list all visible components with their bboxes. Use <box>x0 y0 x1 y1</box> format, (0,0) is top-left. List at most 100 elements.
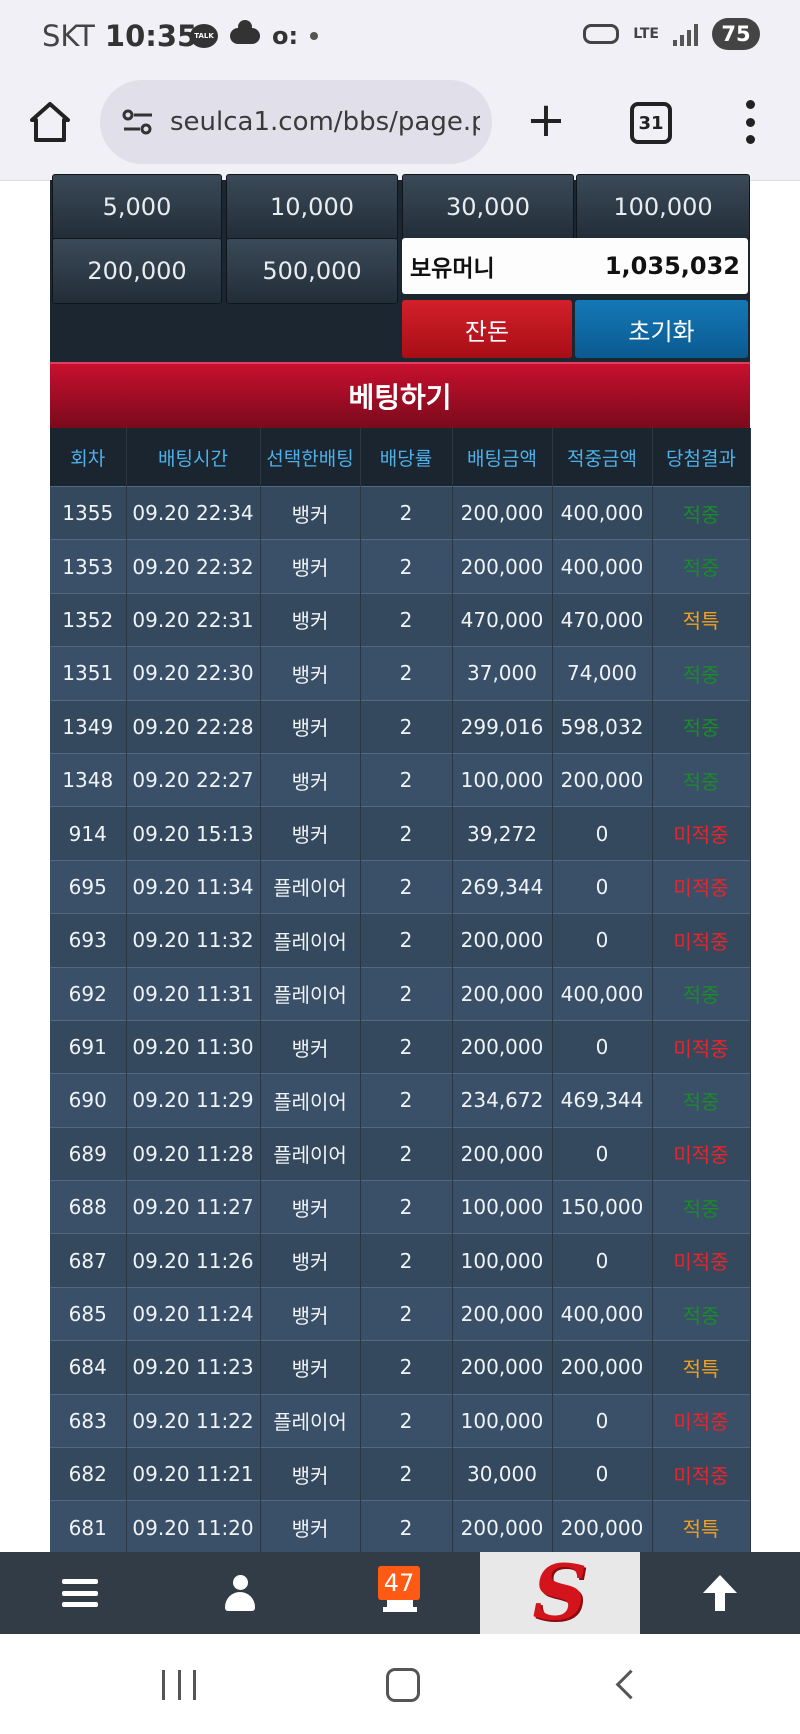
odds-cell: 2 <box>360 1286 453 1341</box>
round-cell: 688 <box>50 1180 127 1234</box>
chip-100000-button[interactable]: 100,000 <box>576 174 750 240</box>
odds-cell: 2 <box>360 485 453 540</box>
result-cell: 적중 <box>652 1286 751 1341</box>
my-page-button[interactable] <box>160 1552 320 1634</box>
bet-amount-cell: 200,000 <box>452 1286 553 1341</box>
vpn-key-icon <box>583 24 620 44</box>
site-logo[interactable]: S <box>480 1552 640 1634</box>
bet-time-cell: 09.20 11:20 <box>126 1500 261 1554</box>
chip-5000-button[interactable]: 5,000 <box>52 174 222 240</box>
bet-amount-cell: 470,000 <box>452 592 553 647</box>
bet-time-cell: 09.20 11:32 <box>126 913 261 968</box>
result-cell: 미적중 <box>652 859 751 914</box>
win-amount-cell: 598,032 <box>552 699 653 754</box>
status-bar: SKT 10:35 TALK o: LTE 75 <box>0 0 800 72</box>
bet-amount-cell: 100,000 <box>452 1180 553 1234</box>
result-cell: 적중 <box>652 699 751 754</box>
round-cell: 681 <box>50 1500 127 1554</box>
battery-level: 75 <box>712 18 760 50</box>
menu-button[interactable] <box>0 1552 160 1634</box>
hamburger-icon <box>62 1579 98 1607</box>
win-amount-cell: 200,000 <box>552 1340 653 1395</box>
column-header: 당첨결과 <box>652 428 751 487</box>
site-bottom-nav: 47 S <box>0 1552 800 1634</box>
android-home-icon[interactable] <box>386 1668 420 1702</box>
win-amount-cell: 0 <box>552 1019 653 1074</box>
odds-cell: 2 <box>360 1126 453 1181</box>
odds-cell: 2 <box>360 646 453 701</box>
table-row: 1355 09.20 22:34 뱅커 2 200,000 400,000 적중 <box>50 485 751 540</box>
selection-cell: 뱅커 <box>260 1286 361 1341</box>
win-amount-cell: 0 <box>552 1393 653 1448</box>
bet-time-cell: 09.20 11:26 <box>126 1233 261 1288</box>
column-header: 배팅금액 <box>452 428 553 487</box>
result-cell: 적특 <box>652 1500 751 1554</box>
win-amount-cell: 200,000 <box>552 752 653 807</box>
bet-history-table: 회차 배팅시간 선택한배팅 배당률 배팅금액 적중금액 당첨결과 1355 09.20 22:… <box>50 428 751 1554</box>
win-amount-cell: 0 <box>552 806 653 861</box>
selection-cell: 플레이어 <box>260 913 361 968</box>
address-bar[interactable]: seulca1.com/bbs/page.ph <box>100 80 492 164</box>
result-cell: 적중 <box>652 539 751 594</box>
tab-switcher-button[interactable]: 31 <box>630 102 672 144</box>
selection-cell: 플레이어 <box>260 1393 361 1448</box>
chip-30000-button[interactable]: 30,000 <box>402 174 574 240</box>
bet-amount-cell: 200,000 <box>452 539 553 594</box>
win-amount-cell: 469,344 <box>552 1073 653 1128</box>
back-icon[interactable] <box>615 1669 646 1700</box>
selection-cell: 뱅커 <box>260 1340 361 1395</box>
selection-cell: 뱅커 <box>260 1500 361 1554</box>
round-cell: 682 <box>50 1447 127 1501</box>
new-tab-button[interactable]: + <box>524 96 568 144</box>
odds-cell: 2 <box>360 752 453 807</box>
table-header-row: 회차 배팅시간 선택한배팅 배당률 배팅금액 적중금액 당첨결과 <box>50 428 751 487</box>
browser-toolbar: seulca1.com/bbs/page.ph + 31 <box>0 72 800 181</box>
bet-time-cell: 09.20 11:34 <box>126 859 261 914</box>
chip-10000-button[interactable]: 10,000 <box>226 174 398 240</box>
odds-cell: 2 <box>360 1393 453 1448</box>
scroll-top-button[interactable] <box>640 1552 800 1634</box>
table-row: 681 09.20 11:20 뱅커 2 200,000 200,000 적특 <box>50 1500 751 1554</box>
table-row: 914 09.20 15:13 뱅커 2 39,272 0 미적중 <box>50 806 751 861</box>
place-bet-button[interactable]: 베팅하기 <box>50 362 750 428</box>
kakaotalk-icon: TALK <box>190 24 218 48</box>
odds-cell: 2 <box>360 699 453 754</box>
bet-amount-cell: 200,000 <box>452 1500 553 1554</box>
selection-cell: 플레이어 <box>260 966 361 1021</box>
table-row: 689 09.20 11:28 플레이어 2 200,000 0 미적중 <box>50 1126 751 1181</box>
result-cell: 적중 <box>652 966 751 1021</box>
win-amount-cell: 0 <box>552 859 653 914</box>
round-cell: 690 <box>50 1073 127 1128</box>
home-icon[interactable] <box>28 100 72 144</box>
result-cell: 미적중 <box>652 1233 751 1288</box>
table-row: 693 09.20 11:32 플레이어 2 200,000 0 미적중 <box>50 913 751 968</box>
browser-menu-icon[interactable] <box>738 100 762 144</box>
bet-time-cell: 09.20 11:24 <box>126 1286 261 1341</box>
round-cell: 1351 <box>50 646 127 701</box>
selection-cell: 플레이어 <box>260 1073 361 1128</box>
column-header: 배팅시간 <box>126 428 261 487</box>
round-cell: 683 <box>50 1393 127 1448</box>
chip-200000-button[interactable]: 200,000 <box>52 238 222 304</box>
site-settings-icon[interactable] <box>120 107 156 137</box>
notification-count-badge: 47 <box>378 1566 420 1600</box>
bet-amount-cell: 200,000 <box>452 485 553 540</box>
column-header: 선택한배팅 <box>260 428 361 487</box>
reset-button[interactable]: 초기화 <box>575 300 748 358</box>
bet-time-cell: 09.20 11:31 <box>126 966 261 1021</box>
win-amount-cell: 400,000 <box>552 485 653 540</box>
recent-apps-icon[interactable] <box>162 1670 196 1700</box>
win-amount-cell: 400,000 <box>552 966 653 1021</box>
odds-cell: 2 <box>360 1500 453 1554</box>
bet-time-cell: 09.20 22:32 <box>126 539 261 594</box>
round-cell: 1352 <box>50 592 127 647</box>
selection-cell: 뱅커 <box>260 1447 361 1501</box>
user-icon <box>225 1575 255 1611</box>
result-cell: 미적중 <box>652 913 751 968</box>
table-row: 683 09.20 11:22 플레이어 2 100,000 0 미적중 <box>50 1393 751 1448</box>
odds-cell: 2 <box>360 1073 453 1128</box>
table-row: 1353 09.20 22:32 뱅커 2 200,000 400,000 적중 <box>50 539 751 594</box>
chip-500000-button[interactable]: 500,000 <box>226 238 398 304</box>
result-cell: 적중 <box>652 752 751 807</box>
change-button[interactable]: 잔돈 <box>402 300 572 358</box>
